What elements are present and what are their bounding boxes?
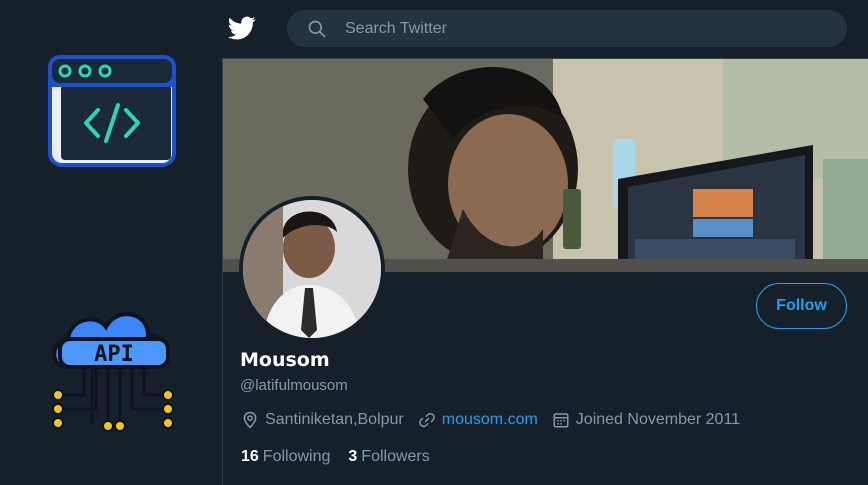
followers-label: Followers (361, 448, 430, 465)
website-item: mousom.com (418, 411, 538, 429)
link-icon (418, 412, 435, 428)
followers-count: 3 (348, 448, 358, 465)
joined-text: Joined November 2011 (575, 411, 741, 428)
followers-link[interactable]: 3 Followers (348, 448, 429, 466)
follow-button[interactable]: Follow (756, 283, 847, 329)
follow-counts: 16 Following 3 Followers (241, 448, 448, 466)
left-rail: API (0, 0, 220, 485)
location-pin-icon (243, 411, 257, 429)
profile-meta: Santiniketan,Bolpur mousom.com Joined No… (241, 411, 754, 429)
search-input[interactable] (345, 19, 825, 38)
browser-code-icon (48, 55, 176, 167)
cloud-api-icon: API (52, 312, 174, 432)
profile-avatar[interactable] (239, 196, 385, 342)
avatar-image (243, 200, 381, 338)
calendar-icon (553, 413, 569, 428)
location-item: Santiniketan,Bolpur (241, 411, 404, 429)
profile-handle: @latifulmousom (240, 377, 348, 394)
following-count: 16 (241, 448, 259, 465)
following-label: Following (262, 448, 331, 465)
profile-card: Follow Mousom @latifulmousom Santiniketa… (222, 58, 868, 485)
search-bar[interactable] (287, 10, 847, 47)
twitter-bird-icon[interactable] (227, 14, 257, 42)
following-link[interactable]: 16 Following (241, 448, 330, 466)
website-link[interactable]: mousom.com (442, 411, 538, 429)
location-text: Santiniketan,Bolpur (265, 411, 404, 428)
search-icon (308, 20, 326, 37)
joined-item: Joined November 2011 (552, 411, 740, 429)
api-logo-text: API (94, 342, 134, 367)
profile-display-name: Mousom (240, 349, 330, 371)
